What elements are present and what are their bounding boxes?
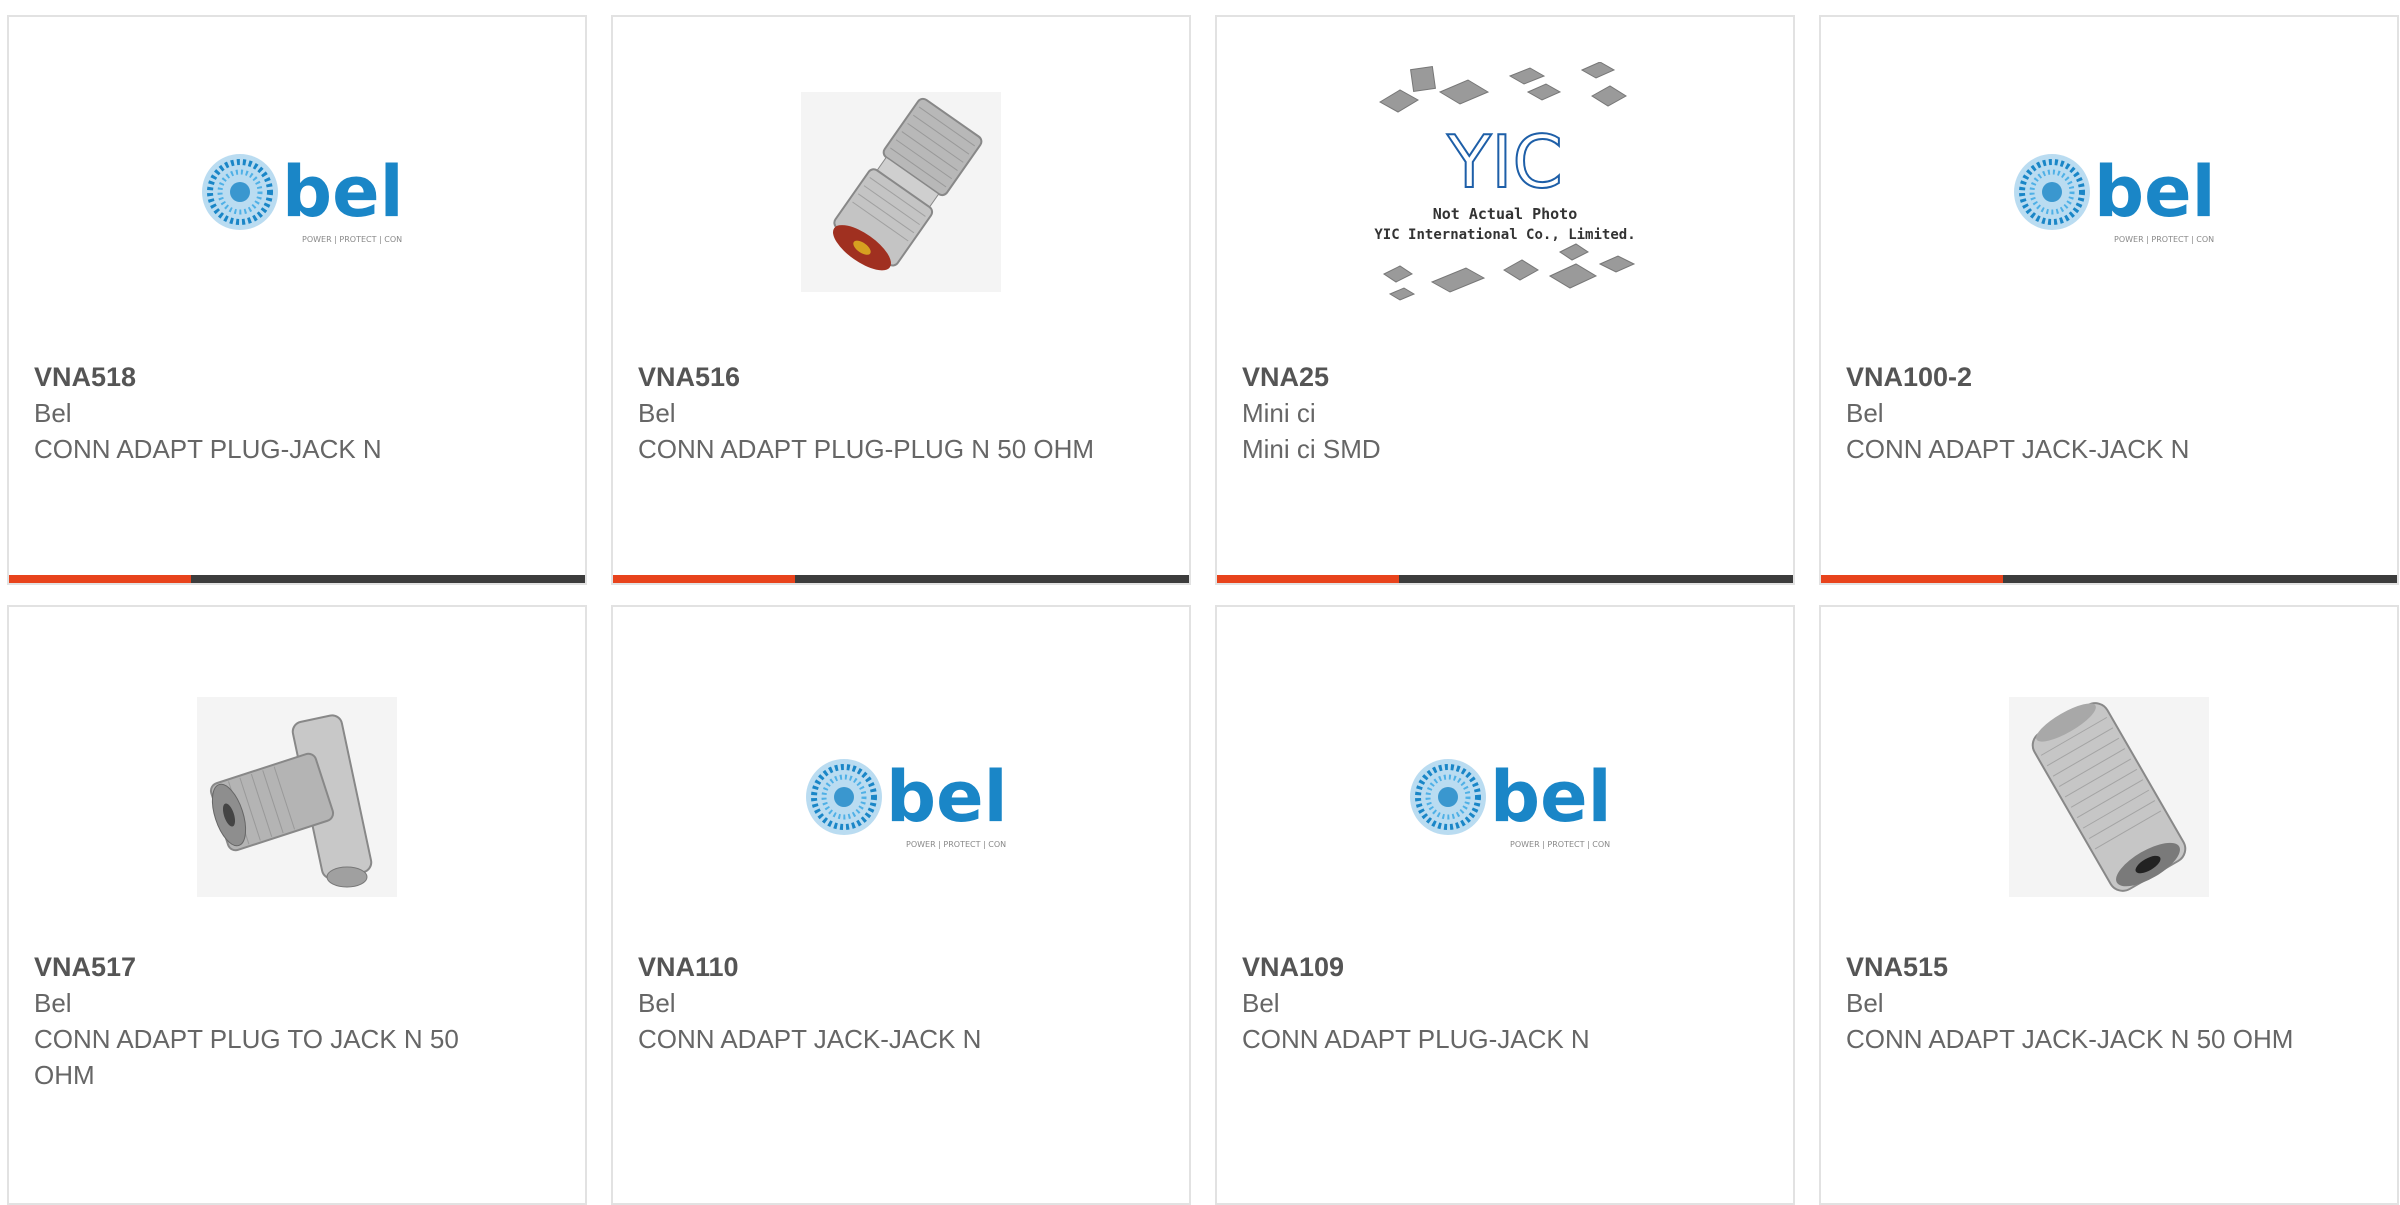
- part-number[interactable]: VNA25: [1242, 359, 1703, 395]
- product-image[interactable]: YIC Not Actual Photo YIC International C…: [1370, 62, 1640, 312]
- manufacturer: Bel: [34, 988, 72, 1018]
- svg-text:POWER | PROTECT | CONNECT: POWER | PROTECT | CONNECT: [906, 840, 1006, 849]
- svg-text:POWER | PROTECT | CONNECT: POWER | PROTECT | CONNECT: [1510, 840, 1610, 849]
- description: CONN ADAPT PLUG-JACK N: [34, 434, 382, 464]
- description: Mini ci SMD: [1242, 434, 1381, 464]
- yic-placeholder-icon: YIC Not Actual Photo YIC International C…: [1374, 62, 1636, 301]
- product-image[interactable]: POWER | PROTECT | CONNECT: [1989, 72, 2229, 312]
- manufacturer: Mini ci: [1242, 398, 1316, 428]
- product-image[interactable]: POWER | PROTECT | CONNECT: [781, 677, 1021, 917]
- bel-logo-icon: POWER | PROTECT | CONNECT: [796, 737, 1006, 849]
- part-number[interactable]: VNA516: [638, 359, 1099, 395]
- product-card[interactable]: YIC Not Actual Photo YIC International C…: [1215, 15, 1795, 585]
- product-card[interactable]: POWER | PROTECT | CONNECT VNA518 Bel CON…: [7, 15, 587, 585]
- card-accent-bar: [1821, 575, 2397, 583]
- n-plug-plug-adapter-icon: [801, 92, 1001, 292]
- product-image[interactable]: POWER | PROTECT | CONNECT: [1385, 677, 1625, 917]
- description: CONN ADAPT PLUG TO JACK N 50 OHM: [34, 1024, 459, 1090]
- manufacturer: Bel: [1846, 988, 1884, 1018]
- product-card[interactable]: POWER | PROTECT | CONNECT VNA100-2 Bel C…: [1819, 15, 2399, 585]
- product-card[interactable]: VNA516 Bel CONN ADAPT PLUG-PLUG N 50 OHM: [611, 15, 1191, 585]
- description: CONN ADAPT JACK-JACK N: [638, 1024, 982, 1054]
- product-image[interactable]: [781, 72, 1021, 312]
- card-accent-bar: [9, 575, 585, 583]
- svg-text:POWER | PROTECT | CONNECT: POWER | PROTECT | CONNECT: [302, 235, 402, 244]
- manufacturer: Bel: [638, 988, 676, 1018]
- description: CONN ADAPT PLUG-JACK N: [1242, 1024, 1590, 1054]
- part-number[interactable]: VNA100-2: [1846, 359, 2307, 395]
- manufacturer: Bel: [1242, 988, 1280, 1018]
- part-number[interactable]: VNA110: [638, 949, 1099, 985]
- manufacturer: Bel: [638, 398, 676, 428]
- product-image[interactable]: [1989, 677, 2229, 917]
- svg-text:YIC International Co., Limited: YIC International Co., Limited.: [1374, 227, 1635, 243]
- description: CONN ADAPT PLUG-PLUG N 50 OHM: [638, 434, 1095, 464]
- bel-logo-icon: POWER | PROTECT | CONNECT: [192, 132, 402, 244]
- n-jack-jack-adapter-icon: [2009, 697, 2209, 897]
- svg-text:Not Actual Photo: Not Actual Photo: [1433, 205, 1578, 223]
- product-card[interactable]: POWER | PROTECT | CONNECT VNA109 Bel CON…: [1215, 605, 1795, 1205]
- manufacturer: Bel: [1846, 398, 1884, 428]
- description: CONN ADAPT JACK-JACK N: [1846, 434, 2190, 464]
- product-grid: POWER | PROTECT | CONNECT VNA518 Bel CON…: [0, 0, 2400, 1205]
- part-number[interactable]: VNA515: [1846, 949, 2307, 985]
- card-accent-bar: [1217, 575, 1793, 583]
- card-accent-bar: [613, 575, 1189, 583]
- n-right-angle-adapter-icon: [197, 697, 397, 897]
- manufacturer: Bel: [34, 398, 72, 428]
- bel-logo-icon: POWER | PROTECT | CONNECT: [1400, 737, 1610, 849]
- part-number[interactable]: VNA109: [1242, 949, 1703, 985]
- product-card[interactable]: VNA515 Bel CONN ADAPT JACK-JACK N 50 OHM: [1819, 605, 2399, 1205]
- svg-text:YIC: YIC: [1446, 120, 1563, 204]
- part-number[interactable]: VNA517: [34, 949, 495, 985]
- product-image[interactable]: [177, 677, 417, 917]
- svg-text:POWER | PROTECT | CONNECT: POWER | PROTECT | CONNECT: [2114, 235, 2214, 244]
- product-image[interactable]: POWER | PROTECT | CONNECT: [177, 72, 417, 312]
- part-number[interactable]: VNA518: [34, 359, 495, 395]
- product-card[interactable]: POWER | PROTECT | CONNECT VNA110 Bel CON…: [611, 605, 1191, 1205]
- product-card[interactable]: VNA517 Bel CONN ADAPT PLUG TO JACK N 50 …: [7, 605, 587, 1205]
- description: CONN ADAPT JACK-JACK N 50 OHM: [1846, 1024, 2294, 1054]
- bel-logo-icon: POWER | PROTECT | CONNECT: [2004, 132, 2214, 244]
